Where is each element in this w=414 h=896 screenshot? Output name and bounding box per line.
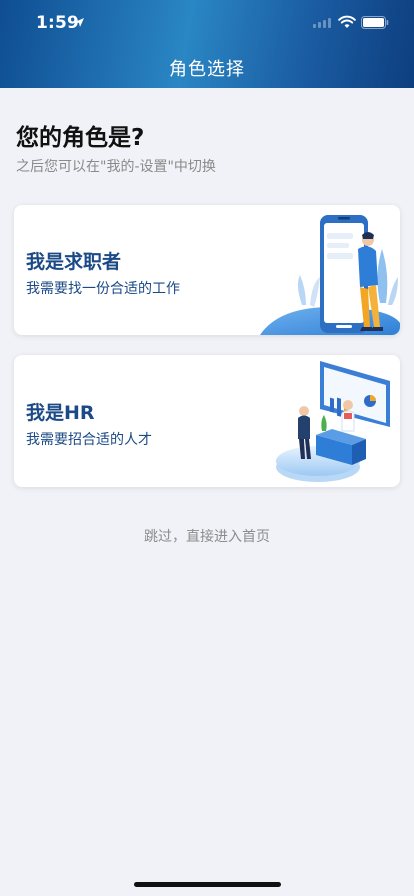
role-description: 我需要招合适的人才 — [26, 432, 152, 448]
wifi-icon — [338, 15, 356, 28]
battery-icon — [361, 16, 389, 29]
home-indicator — [134, 882, 281, 887]
skip-to-home-link[interactable]: 跳过，直接进入首页 — [0, 526, 414, 546]
cellular-signal-icon — [313, 18, 331, 28]
page-subtitle: 之后您可以在"我的-设置"中切换 — [16, 159, 216, 175]
role-description: 我需要找一份合适的工作 — [26, 281, 180, 297]
hr-presentation-illustration — [276, 361, 390, 482]
role-title: 我是求职者 — [26, 251, 122, 273]
header: 1:59 角色选择 — [0, 0, 414, 88]
location-arrow-icon — [75, 18, 84, 27]
role-title: 我是HR — [26, 402, 95, 424]
page-title: 您的角色是? — [16, 125, 145, 151]
role-card-hr[interactable]: 我是HR 我需要招合适的人才 — [14, 355, 400, 487]
nav-title: 角色选择 — [169, 59, 245, 80]
role-card-job-seeker[interactable]: 我是求职者 我需要找一份合适的工作 — [14, 205, 400, 335]
status-time: 1:59 — [36, 13, 80, 33]
job-seeker-phone-illustration — [260, 215, 400, 335]
